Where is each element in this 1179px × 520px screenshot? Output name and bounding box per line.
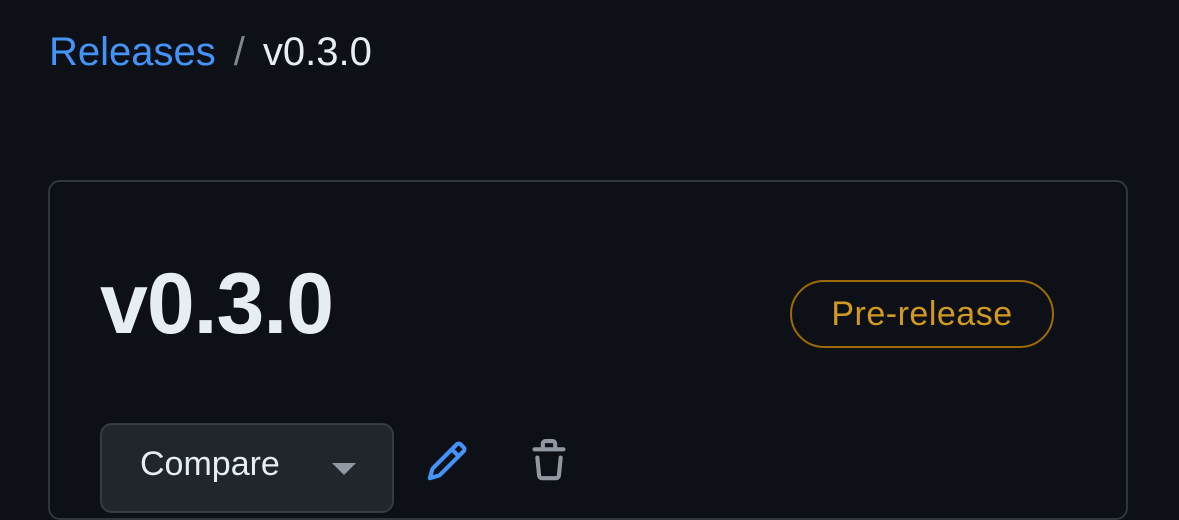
delete-release-button[interactable] (524, 436, 574, 486)
trash-icon (532, 439, 566, 481)
pencil-icon (427, 441, 467, 481)
triangle-down-icon (332, 463, 356, 475)
pre-release-badge: Pre-release (790, 280, 1054, 348)
release-title: v0.3.0 (100, 256, 334, 352)
compare-button[interactable]: Compare (100, 423, 394, 513)
breadcrumb-releases-link[interactable]: Releases (49, 28, 216, 76)
breadcrumb-separator: / (233, 30, 245, 74)
breadcrumb-current: v0.3.0 (262, 30, 372, 74)
breadcrumb: Releases / v0.3.0 (49, 28, 372, 76)
edit-release-button[interactable] (422, 436, 472, 486)
compare-button-label: Compare (140, 445, 280, 483)
release-card: v0.3.0 Pre-release Compare (48, 180, 1128, 520)
